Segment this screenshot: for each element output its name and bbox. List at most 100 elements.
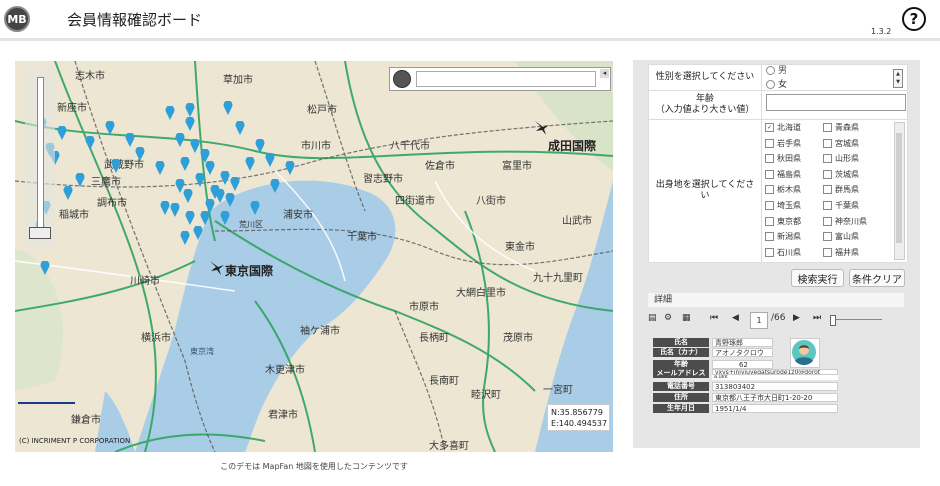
checkbox-icon[interactable]: [765, 154, 774, 164]
checkbox-icon[interactable]: [823, 185, 832, 195]
checkbox-icon[interactable]: [823, 232, 832, 242]
map-pin-icon[interactable]: [85, 136, 95, 150]
map-pin-icon[interactable]: [190, 139, 200, 153]
checkbox-icon[interactable]: [765, 185, 774, 195]
checkbox-icon[interactable]: [823, 201, 832, 210]
map-pin-icon[interactable]: [223, 101, 233, 115]
prefecture-option[interactable]: 埼玉県: [765, 200, 801, 211]
checkbox-icon[interactable]: ✓: [765, 123, 774, 132]
map-pin-icon[interactable]: [185, 117, 195, 131]
checkbox-icon[interactable]: [823, 247, 832, 257]
map-view[interactable]: 成田国際 東京国際 東京湾 志木市 草加市 新座市 松戸市 市川市 八千代市 佐…: [15, 61, 613, 452]
map-pin-icon[interactable]: [165, 106, 175, 120]
map-pin-icon[interactable]: [220, 171, 230, 185]
prefecture-option[interactable]: 福島県: [765, 169, 801, 180]
radio-icon[interactable]: [766, 80, 775, 89]
prefecture-option[interactable]: 秋田県: [765, 153, 801, 164]
prefecture-option[interactable]: 石川県: [765, 247, 801, 258]
prev-page-icon[interactable]: ◀: [732, 313, 739, 323]
map-pin-icon[interactable]: [270, 179, 280, 193]
map-pin-icon[interactable]: [180, 231, 190, 245]
prefecture-option[interactable]: 茨城県: [823, 169, 859, 180]
next-page-icon[interactable]: ▶: [793, 313, 800, 323]
checkbox-icon[interactable]: [823, 154, 832, 164]
map-pin-icon[interactable]: [245, 157, 255, 171]
map-pin-icon[interactable]: [265, 153, 275, 167]
prefecture-option[interactable]: 福井県: [823, 247, 859, 258]
checkbox-icon[interactable]: [765, 169, 774, 179]
zoom-handle[interactable]: [29, 227, 51, 239]
map-pin-icon[interactable]: [255, 139, 265, 153]
prefecture-option[interactable]: 宮城県: [823, 138, 859, 149]
age-input[interactable]: [766, 94, 906, 111]
prefecture-option[interactable]: 栃木県: [765, 184, 801, 195]
last-page-icon[interactable]: ⏭: [813, 313, 821, 323]
checkbox-icon[interactable]: [823, 123, 832, 132]
map-pin-icon[interactable]: [175, 179, 185, 193]
slider-handle[interactable]: [830, 315, 836, 326]
checkbox-icon[interactable]: [823, 138, 832, 148]
scrollbar-thumb[interactable]: [896, 133, 902, 243]
map-pin-icon[interactable]: [205, 161, 215, 175]
zoom-control[interactable]: [25, 67, 55, 247]
checkbox-icon[interactable]: [823, 169, 832, 179]
checkbox-icon[interactable]: [765, 247, 774, 257]
prefecture-option[interactable]: 山形県: [823, 153, 859, 164]
gear-icon[interactable]: ⚙: [664, 313, 672, 323]
map-pin-icon[interactable]: [185, 211, 195, 225]
map-pin-icon[interactable]: [250, 201, 260, 215]
prefecture-option[interactable]: 千葉県: [823, 200, 859, 211]
map-pin-icon[interactable]: [180, 157, 190, 171]
page-number-input[interactable]: 1: [750, 312, 768, 329]
map-pin-icon[interactable]: [193, 226, 203, 240]
prefecture-option[interactable]: 新潟県: [765, 231, 801, 242]
checkbox-icon[interactable]: [765, 138, 774, 148]
map-pin-icon[interactable]: [220, 211, 230, 225]
map-pin-icon[interactable]: [40, 261, 50, 275]
map-pin-icon[interactable]: [125, 133, 135, 147]
map-pin-icon[interactable]: [175, 133, 185, 147]
map-pin-icon[interactable]: [200, 211, 210, 225]
search-button[interactable]: 検索実行: [791, 269, 844, 287]
checkbox-icon[interactable]: [765, 232, 774, 242]
table-view-icon[interactable]: ▦: [682, 313, 691, 323]
page-slider[interactable]: [830, 315, 882, 326]
map-pin-icon[interactable]: [135, 147, 145, 161]
prefecture-scrollbar[interactable]: [894, 122, 905, 260]
prefecture-option[interactable]: 青森県: [823, 122, 859, 133]
map-pin-icon[interactable]: [195, 173, 205, 187]
zoom-track[interactable]: [37, 77, 44, 229]
map-pin-icon[interactable]: [75, 173, 85, 187]
map-search-input[interactable]: [416, 71, 596, 87]
gender-scroll-icon[interactable]: ▲ ▼: [893, 69, 903, 88]
checkbox-icon[interactable]: [823, 216, 832, 226]
prefecture-option[interactable]: ✓ 北海道: [765, 122, 801, 133]
collapse-icon[interactable]: ◂: [600, 69, 609, 78]
map-pin-icon[interactable]: [235, 121, 245, 135]
map-pin-icon[interactable]: [285, 161, 295, 175]
map-pin-icon[interactable]: [57, 126, 67, 140]
prefecture-option[interactable]: 岩手県: [765, 138, 801, 149]
search-icon[interactable]: [393, 70, 411, 88]
map-pin-icon[interactable]: [155, 161, 165, 175]
map-pin-icon[interactable]: [230, 177, 240, 191]
gender-option-male[interactable]: 男: [766, 63, 787, 76]
radio-icon[interactable]: [766, 66, 775, 75]
map-pin-icon[interactable]: [215, 189, 225, 203]
gender-option-female[interactable]: 女: [766, 77, 787, 90]
map-pin-icon[interactable]: [170, 203, 180, 217]
checkbox-icon[interactable]: [765, 216, 774, 226]
map-pin-icon[interactable]: [185, 103, 195, 117]
map-pin-icon[interactable]: [111, 159, 121, 173]
first-page-icon[interactable]: ⏮: [710, 313, 718, 323]
map-pin-icon[interactable]: [225, 193, 235, 207]
map-pin-icon[interactable]: [205, 199, 215, 213]
map-pin-icon[interactable]: [105, 121, 115, 135]
map-pin-icon[interactable]: [63, 186, 73, 200]
help-icon[interactable]: ?: [902, 7, 926, 31]
clear-button[interactable]: 条件クリア: [849, 269, 905, 287]
export-icon[interactable]: ▤: [648, 313, 657, 323]
prefecture-option[interactable]: 富山県: [823, 231, 859, 242]
prefecture-option[interactable]: 東京都: [765, 216, 801, 227]
map-pin-icon[interactable]: [160, 201, 170, 215]
